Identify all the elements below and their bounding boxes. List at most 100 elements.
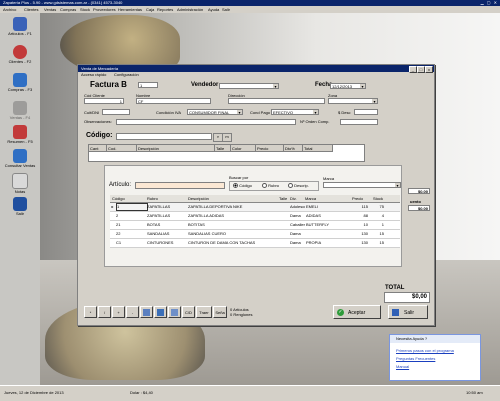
cell-precio: 130 bbox=[361, 231, 368, 236]
cell-rubro: ZAPATILLAS bbox=[147, 204, 171, 209]
cell-marca: BUTTERFLY bbox=[306, 222, 330, 227]
table-row[interactable]: 2 ZAPATILLAS ZAPATILLA ADIDAS Dama ADIDA… bbox=[110, 212, 400, 221]
direccion-field[interactable] bbox=[228, 98, 325, 104]
articulo-search-input[interactable] bbox=[135, 182, 225, 189]
salir-button[interactable]: Salir bbox=[388, 305, 428, 319]
col-dto: Dto% bbox=[284, 145, 303, 152]
purchases-icon bbox=[13, 73, 27, 87]
menu-administracion[interactable]: Administración bbox=[177, 6, 203, 13]
descuento-field: $0,00 bbox=[408, 205, 430, 211]
help-panel: Necesita Ayuda ? Primeros pasos con el p… bbox=[389, 334, 481, 381]
cond-pago-select[interactable]: EFECTIVO bbox=[271, 109, 319, 115]
cell-rubro: CINTURONES bbox=[147, 240, 174, 245]
radio-descrip[interactable]: Descrip. bbox=[288, 182, 309, 190]
cd-button[interactable]: C/D bbox=[182, 306, 195, 318]
cell-descripcion: CINTURON DE DAMA CON TACHAS bbox=[188, 240, 256, 245]
minus-button[interactable]: - bbox=[126, 306, 139, 318]
menu-herramientas[interactable]: Herramientas bbox=[118, 6, 142, 13]
sidebar-item-clientes[interactable]: Clientes - F2 bbox=[3, 43, 37, 71]
sidebar-item-articulos[interactable]: Artículos - F1 bbox=[3, 15, 37, 43]
aceptar-button[interactable]: ✓ Aceptar bbox=[333, 305, 381, 319]
menu-caja[interactable]: Caja bbox=[146, 6, 154, 13]
right-total-field: $0,00 bbox=[408, 188, 430, 194]
condicion-iva-select[interactable]: CONSUMIDOR FINAL bbox=[187, 109, 243, 115]
notes-icon bbox=[12, 173, 28, 189]
cell-codigo: C1 bbox=[116, 240, 122, 245]
document-icon bbox=[157, 309, 164, 317]
cell-div: Dama bbox=[290, 231, 301, 236]
table-row[interactable]: ▸ 1 ZAPATILLAS ZAPATILLA DEPORTIVA NIKE … bbox=[110, 203, 400, 212]
zona-select[interactable] bbox=[328, 98, 378, 104]
nombre-field[interactable]: CF bbox=[136, 98, 211, 104]
radio-rubro[interactable]: Rubro bbox=[262, 182, 279, 190]
sidebar-item-salir[interactable]: Salir bbox=[3, 195, 37, 223]
menu-acceso-rapido[interactable]: Acceso rápido bbox=[81, 72, 106, 78]
menu-configuracion[interactable]: Configuración bbox=[114, 72, 139, 78]
fecha-field[interactable]: 12/12/2013 bbox=[330, 83, 366, 89]
mode-button[interactable]: m bbox=[222, 133, 232, 142]
factura-number[interactable]: 1 bbox=[138, 82, 158, 88]
help-link-primeros-pasos[interactable]: Primeros pasos con el programa bbox=[396, 348, 454, 353]
desc-field[interactable] bbox=[354, 109, 378, 115]
cuit-label: Cuit/DNI bbox=[84, 110, 100, 115]
tool-button-2[interactable] bbox=[154, 306, 167, 318]
cell-div: Dama bbox=[290, 240, 301, 245]
cod-cliente-field[interactable]: 1 bbox=[84, 98, 124, 104]
menu-stock[interactable]: Stock bbox=[80, 6, 90, 13]
th-stock: Stock bbox=[373, 196, 384, 201]
status-time: 10:50 am bbox=[466, 390, 483, 395]
menu-ayuda[interactable]: Ayuda bbox=[208, 6, 219, 13]
menu-proveedores[interactable]: Proveedores bbox=[93, 6, 116, 13]
nro-orden-field[interactable] bbox=[340, 119, 378, 125]
th-codigo: Código bbox=[112, 196, 125, 201]
observaciones-label: Observaciones: bbox=[84, 119, 112, 124]
radio-codigo-dot bbox=[233, 183, 238, 189]
tool-button-3[interactable] bbox=[168, 306, 181, 318]
radio-codigo[interactable]: Código bbox=[233, 182, 252, 190]
menu-ventas[interactable]: Ventas bbox=[44, 6, 56, 13]
th-talle: Talle bbox=[279, 196, 288, 201]
codigo-input[interactable] bbox=[116, 133, 212, 140]
descuento-label: uento bbox=[410, 199, 421, 204]
th-precio: Precio bbox=[352, 196, 364, 201]
items-grid[interactable]: Cant Cod. Descripción Talle Color Precio… bbox=[88, 144, 365, 162]
cell-descripcion: ZAPATILLA ADIDAS bbox=[188, 213, 225, 218]
traer-button[interactable]: Traer bbox=[196, 306, 212, 318]
sidebar-item-compras[interactable]: Compras - F3 bbox=[3, 71, 37, 99]
marca-select[interactable] bbox=[323, 182, 401, 188]
help-link-manual[interactable]: Manual bbox=[396, 364, 409, 369]
menu-salir[interactable]: Salir bbox=[222, 6, 230, 13]
menu-reportes[interactable]: Reportes bbox=[157, 6, 173, 13]
menu-archivo[interactable]: Archivo bbox=[3, 6, 16, 13]
multiply-button[interactable]: * bbox=[84, 306, 97, 318]
table-row[interactable]: 21 BOTAS BOTITAS Caballero BUTTERFLY 10 … bbox=[110, 221, 400, 230]
col-color: Color bbox=[231, 145, 256, 152]
cell-marca: PROPIA bbox=[306, 240, 322, 245]
tool-button-1[interactable] bbox=[140, 306, 153, 318]
sena-button[interactable]: Seña bbox=[213, 306, 227, 318]
menu-compras[interactable]: Compras bbox=[60, 6, 76, 13]
status-dolar: Dolar : $4,40 bbox=[130, 390, 153, 395]
vendedor-select[interactable] bbox=[219, 83, 279, 89]
divide-button[interactable]: / bbox=[98, 306, 111, 318]
menu-clientes[interactable]: Clientes bbox=[24, 6, 38, 13]
th-descripcion: Descripción bbox=[188, 196, 209, 201]
codigo-label: Código: bbox=[86, 132, 113, 139]
help-link-preguntas[interactable]: Preguntas Frecuentes bbox=[396, 356, 435, 361]
observaciones-field[interactable] bbox=[116, 119, 296, 125]
cell-stock: 4 bbox=[381, 213, 384, 218]
cuit-field[interactable] bbox=[102, 109, 130, 115]
col-talle: Talle bbox=[215, 145, 231, 152]
window-title: Venta de Mercadería bbox=[81, 66, 119, 71]
articulo-label: Artículo: bbox=[109, 182, 132, 188]
row-pointer-icon: ▸ bbox=[111, 204, 114, 209]
cell-marca: EMELI bbox=[306, 204, 319, 209]
cell-stock: 15 bbox=[379, 240, 384, 245]
table-row[interactable]: 22 SANDALIAS SANDALIAS CUERO Dama 130 15 bbox=[110, 230, 400, 239]
radio-rubro-label: Rubro bbox=[268, 183, 280, 188]
marca-label: Marca bbox=[323, 176, 335, 181]
exit-icon bbox=[13, 197, 27, 211]
plus-button[interactable]: + bbox=[112, 306, 125, 318]
cell-codigo: 1 bbox=[116, 203, 148, 211]
table-row[interactable]: C1 CINTURONES CINTURON DE DAMA CON TACHA… bbox=[110, 239, 400, 248]
